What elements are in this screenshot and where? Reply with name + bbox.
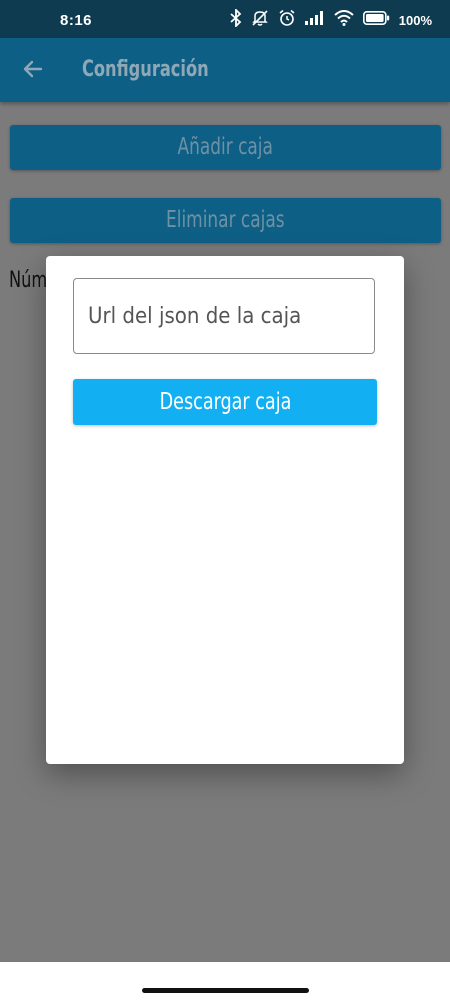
bluetooth-icon <box>230 7 242 31</box>
page-title: Configuración <box>82 57 209 82</box>
alarm-icon <box>278 9 296 31</box>
status-time: 8:16 <box>60 12 93 29</box>
download-box-button[interactable]: Descargar caja <box>73 379 377 425</box>
status-icons: 100% <box>230 7 432 31</box>
delete-boxes-button[interactable]: Eliminar cajas <box>10 198 441 243</box>
box-count-label: Núm <box>9 268 48 293</box>
battery-icon <box>362 11 390 29</box>
download-box-dialog: Descargar caja <box>46 256 404 764</box>
battery-percent: 100% <box>398 12 432 28</box>
add-box-button[interactable]: Añadir caja <box>10 125 441 170</box>
mute-icon <box>251 9 269 31</box>
signal-icon <box>304 11 325 29</box>
navigation-bar <box>0 962 450 1000</box>
url-input[interactable] <box>73 278 375 354</box>
wifi-icon <box>334 10 354 30</box>
add-box-label: Añadir caja <box>177 134 274 160</box>
status-bar: 8:16 100% <box>0 0 450 38</box>
home-gesture-handle[interactable] <box>142 988 309 993</box>
download-box-label: Descargar caja <box>159 389 291 415</box>
app-bar: Configuración <box>0 38 450 102</box>
delete-boxes-label: Eliminar cajas <box>166 207 285 233</box>
arrow-left-icon[interactable] <box>20 56 46 82</box>
